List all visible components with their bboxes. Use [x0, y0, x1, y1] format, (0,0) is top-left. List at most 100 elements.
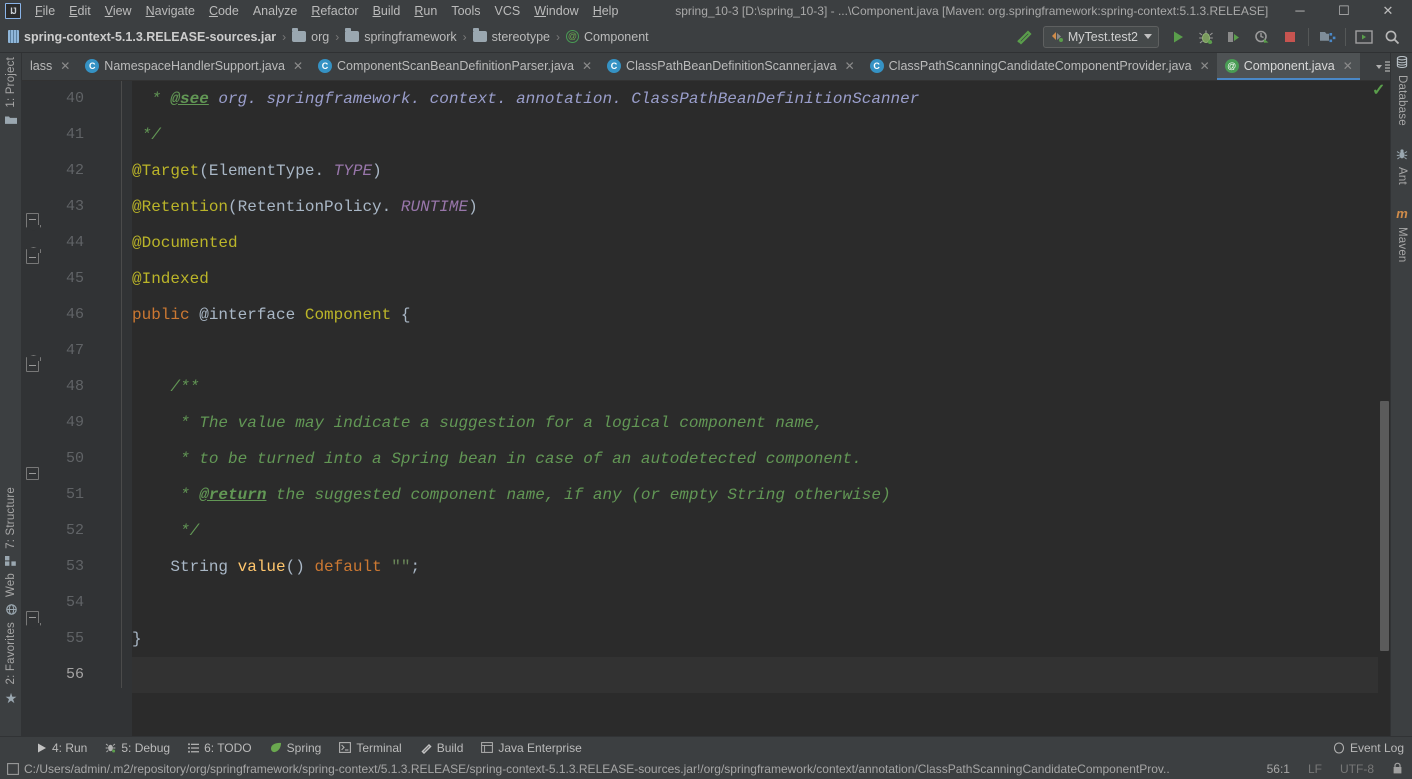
- current-line-highlight: [132, 657, 1390, 693]
- menu-item-refactor[interactable]: Refactor: [304, 2, 365, 20]
- build-hammer-icon[interactable]: [1011, 24, 1037, 50]
- line-text: String value() default "";: [132, 558, 421, 576]
- sidebar-item-project[interactable]: 1: Project: [5, 53, 17, 112]
- tool-window-terminal[interactable]: Terminal: [330, 741, 410, 755]
- build-hammer-icon: [421, 743, 432, 754]
- run-icon: [38, 743, 46, 752]
- close-icon[interactable]: ✕: [60, 60, 70, 72]
- sidebar-item-web[interactable]: Web: [5, 569, 17, 601]
- editor-tab-namespace-handler-support[interactable]: C NamespaceHandlerSupport.java ✕: [77, 53, 310, 80]
- profile-icon[interactable]: [1249, 24, 1275, 50]
- maven-icon: m: [1396, 205, 1408, 221]
- tab-label: Component.java: [1243, 58, 1335, 73]
- menu-item-run[interactable]: Run: [407, 2, 444, 20]
- intellij-idea-window: IJ FFileile Edit View Navigate Code Anal…: [0, 0, 1412, 779]
- code-line[interactable]: 47: [22, 333, 1390, 369]
- editor-scrollbar-track[interactable]: [1378, 81, 1390, 738]
- read-only-lock-icon[interactable]: [1383, 762, 1412, 775]
- breadcrumb-item-org[interactable]: org: [292, 28, 329, 44]
- sidebar-item-ant[interactable]: Ant: [1396, 163, 1408, 189]
- code-line[interactable]: 50 * to be turned into a Spring bean in …: [22, 441, 1390, 477]
- breadcrumb-separator: ›: [556, 29, 560, 44]
- stop-icon[interactable]: [1277, 24, 1303, 50]
- editor-scrollbar-thumb[interactable]: [1380, 401, 1389, 651]
- sidebar-item-database[interactable]: Database: [1396, 71, 1408, 130]
- debug-icon: [106, 743, 116, 753]
- code-line[interactable]: 49 * The value may indicate a suggestion…: [22, 405, 1390, 441]
- project-structure-icon[interactable]: [1314, 24, 1340, 50]
- menu-item-file[interactable]: FFileile: [28, 2, 62, 20]
- annotation-icon: @: [566, 30, 579, 43]
- tool-window-todo[interactable]: 6: TODO: [179, 741, 261, 755]
- code-line[interactable]: 40 * @see org. springframework. context.…: [22, 81, 1390, 117]
- menu-item-navigate[interactable]: Navigate: [139, 2, 202, 20]
- sidebar-item-maven[interactable]: Maven: [1396, 223, 1408, 267]
- close-icon[interactable]: ✕: [845, 60, 855, 72]
- code-line[interactable]: 43 @Retention(RetentionPolicy. RUNTIME): [22, 189, 1390, 225]
- breadcrumb-item-springframework[interactable]: springframework: [345, 28, 457, 44]
- editor-tab-truncated[interactable]: lass ✕: [22, 53, 77, 80]
- code-line[interactable]: 46 public @interface Component {: [22, 297, 1390, 333]
- editor-tab-class-path-bean-definition-scanner[interactable]: C ClassPathBeanDefinitionScanner.java ✕: [599, 53, 862, 80]
- menu-item-view[interactable]: View: [98, 2, 139, 20]
- close-button[interactable]: ✕: [1366, 0, 1410, 21]
- debug-icon[interactable]: [1193, 24, 1219, 50]
- tool-window-debug[interactable]: 5: Debug: [96, 741, 179, 755]
- code-line[interactable]: 42 @Target(ElementType. TYPE): [22, 153, 1390, 189]
- close-icon[interactable]: ✕: [1343, 60, 1353, 72]
- run-configuration-selector[interactable]: MyTest.test2: [1042, 25, 1159, 48]
- menu-item-build[interactable]: Build: [366, 2, 408, 20]
- menu-item-help[interactable]: Help: [586, 2, 626, 20]
- menu-item-vcs[interactable]: VCS: [488, 2, 528, 20]
- status-line-separator[interactable]: LF: [1299, 762, 1331, 776]
- code-line[interactable]: 48 /**: [22, 369, 1390, 405]
- breadcrumb-separator: ›: [282, 29, 287, 44]
- inspection-status-ok-icon[interactable]: ✓: [1372, 83, 1386, 99]
- event-log-button[interactable]: Event Log: [1333, 741, 1412, 755]
- editor-tab-component[interactable]: @ Component.java ✕: [1216, 53, 1360, 80]
- code-line[interactable]: 44 @Documented: [22, 225, 1390, 261]
- breadcrumb-item-stereotype[interactable]: stereotype: [472, 28, 550, 44]
- database-icon: [1396, 56, 1408, 68]
- sidebar-item-structure[interactable]: 7: Structure: [5, 483, 17, 553]
- code-line[interactable]: 52 */: [22, 513, 1390, 549]
- code-line-current[interactable]: 56: [22, 657, 1390, 693]
- close-icon[interactable]: ✕: [1200, 60, 1210, 72]
- editor-tab-component-scan-bean-definition-parser[interactable]: C ComponentScanBeanDefinitionParser.java…: [310, 53, 599, 80]
- tool-window-build[interactable]: Build: [411, 741, 473, 755]
- code-line[interactable]: 55 }: [22, 621, 1390, 657]
- breadcrumb-item-component[interactable]: @ Component: [566, 30, 649, 44]
- run-with-coverage-icon[interactable]: [1221, 24, 1247, 50]
- line-text: @Indexed: [132, 270, 209, 288]
- menu-item-tools[interactable]: Tools: [444, 2, 487, 20]
- sidebar-item-favorites[interactable]: 2: Favorites: [5, 618, 17, 688]
- close-icon[interactable]: ✕: [582, 60, 592, 72]
- status-caret-position[interactable]: 56:1: [1258, 762, 1299, 776]
- breadcrumb-item-jar[interactable]: spring-context-5.1.3.RELEASE-sources.jar: [8, 30, 276, 44]
- code-editor[interactable]: 40 * @see org. springframework. context.…: [22, 81, 1390, 738]
- code-line[interactable]: 51 * @return the suggested component nam…: [22, 477, 1390, 513]
- menu-item-analyze[interactable]: Analyze: [246, 2, 304, 20]
- run-icon[interactable]: [1165, 24, 1191, 50]
- editor-tab-class-path-scanning-candidate-component-provider[interactable]: C ClassPathScanningCandidateComponentPro…: [862, 53, 1217, 80]
- tool-window-spring[interactable]: Spring: [261, 741, 331, 755]
- console-icon[interactable]: [1351, 24, 1377, 50]
- status-encoding[interactable]: UTF-8: [1331, 762, 1383, 776]
- tool-window-run[interactable]: 4: Run: [28, 741, 96, 755]
- annotation-icon: @: [1224, 58, 1239, 73]
- minimize-button[interactable]: ─: [1278, 0, 1322, 21]
- line-text: @Target(ElementType. TYPE): [132, 162, 382, 180]
- editor-tab-bar: lass ✕ C NamespaceHandlerSupport.java ✕ …: [22, 53, 1412, 81]
- code-line[interactable]: 53 String value() default "";: [22, 549, 1390, 585]
- search-everywhere-icon[interactable]: [1379, 24, 1405, 50]
- menu-item-edit[interactable]: Edit: [62, 2, 98, 20]
- close-icon[interactable]: ✕: [293, 60, 303, 72]
- menu-item-code[interactable]: Code: [202, 2, 246, 20]
- code-line[interactable]: 45 @Indexed: [22, 261, 1390, 297]
- menu-item-window[interactable]: Window: [527, 2, 585, 20]
- maximize-button[interactable]: ☐: [1322, 0, 1366, 21]
- code-line[interactable]: 54: [22, 585, 1390, 621]
- code-line[interactable]: 41 */: [22, 117, 1390, 153]
- main-toolbar: MyTest.test2: [1010, 24, 1412, 50]
- tool-window-java-enterprise[interactable]: Java Enterprise: [472, 741, 590, 755]
